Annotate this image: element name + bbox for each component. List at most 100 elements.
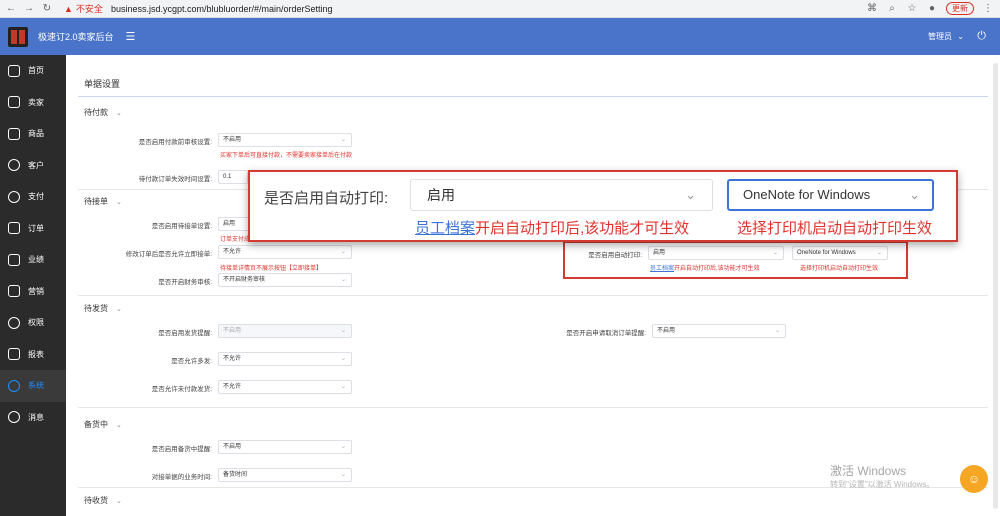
sidebar-item-system[interactable]: 系统 [0,370,66,402]
stock-reminder-label: 是否启用备货中提醒: [151,446,212,453]
chevron-down-icon: ⌄ [774,328,780,334]
bag-icon [8,127,20,140]
highlight-box [563,241,908,279]
forward-icon[interactable]: → [22,2,36,16]
browser-toolbar: ← → ↻ ▲ 不安全 business.jsd.ycgpt.com/blubl… [0,0,1000,18]
hint-text: 开启自动打印后,该功能才可生效 [475,220,690,237]
section-stocking[interactable]: 备货中 ⌄ [84,419,122,430]
section-pending-receive[interactable]: 待收货 ⌄ [84,495,122,506]
update-button[interactable]: 更新 [946,2,974,15]
search-icon[interactable]: ⌕ [886,3,898,15]
ship-reminder-select[interactable]: 不启用 ⌄ [218,324,352,338]
sidebar-item-label: 消息 [28,412,44,422]
chat-icon[interactable]: ☺ [960,465,988,493]
divider [78,96,988,97]
sidebar-item-home[interactable]: 首页 [0,55,66,87]
sidebar-item-performance[interactable]: 业绩 [0,244,66,276]
scrollbar[interactable] [993,63,998,509]
sidebar-item-marketing[interactable]: 营销 [0,276,66,308]
url-text[interactable]: business.jsd.ycgpt.com/blubluorder/#/mai… [111,4,333,14]
chevron-down-icon: ⌄ [340,444,346,450]
finance-review-select[interactable]: 不开启财务审核 ⌄ [218,273,352,287]
windows-watermark: 激活 Windows [830,464,907,478]
section-pending-ship[interactable]: 待发货 ⌄ [84,303,122,314]
payment-review-select[interactable]: 不启用 ⌄ [218,133,352,147]
select-value: 不允许 [223,356,242,362]
printer-select[interactable]: OneNote for Windows ⌄ [727,179,934,211]
power-icon[interactable]: ⏻ [977,30,986,43]
unpaid-expiry-input[interactable]: 0.1 [218,170,248,184]
translate-icon[interactable]: ⌘ [866,3,878,15]
profile-icon[interactable]: ● [926,3,938,15]
sidebar-item-seller[interactable]: 卖家 [0,87,66,119]
chevron-down-icon: ⌄ [685,187,696,202]
stock-reminder-select[interactable]: 不启用 ⌄ [218,440,352,454]
business-time-label: 对接单据的业务时间: [151,474,212,481]
select-value: 启用 [427,187,455,203]
chevron-down-icon: ⌄ [116,199,122,206]
chevron-down-icon: ⌄ [116,498,122,505]
section-title: 备货中 [84,420,108,429]
employee-file-link[interactable]: 员工档案 [415,220,475,237]
back-icon[interactable]: ← [4,2,18,16]
printer-hint: 选择打印机启动自动打印生效 [737,220,933,237]
key-icon [8,316,20,329]
report-icon [8,348,20,361]
unpaid-ship-label: 是否允许未付款发货: [151,386,212,393]
multi-ship-select[interactable]: 不允许 ⌄ [218,352,352,366]
chevron-down-icon: ⌄ [116,110,122,117]
section-pending-payment[interactable]: 待付款 ⌄ [84,107,122,118]
sidebar-item-label: 权限 [28,318,44,328]
more-icon[interactable]: ⋮ [982,3,994,15]
finance-review-label: 是否开启财务审核: [158,279,212,286]
chevron-down-icon: ⌄ [116,306,122,313]
sidebar-item-label: 首页 [28,66,44,76]
cancel-reminder-select[interactable]: 不启用 ⌄ [652,324,786,338]
main-content: 单据设置 待付款 ⌄ 是否启用付款前审核设置: 不启用 ⌄ 买家下单后可直接付款，不… [66,55,1000,516]
sidebar-item-report[interactable]: 报表 [0,339,66,371]
select-value: OneNote for Windows [743,187,871,202]
select-value: 不开启财务审核 [223,277,266,283]
modify-order-select[interactable]: 不允许 ⌄ [218,245,352,259]
select-value: 备货时间 [223,472,248,478]
app-header: 极速订2.0卖家后台 ☰ 管理员 ⌄ ⏻ [0,18,1000,55]
bell-icon [8,411,20,424]
chevron-down-icon: ⌄ [340,472,346,478]
app-logo [8,26,28,47]
chevron-down-icon: ⌄ [116,422,122,429]
user-menu[interactable]: 管理员 [928,31,952,42]
business-time-select[interactable]: 备货时间 ⌄ [218,468,352,482]
sidebar-item-label: 系统 [28,381,44,391]
auto-print-select[interactable]: 启用 ⌄ [410,179,713,211]
sidebar-item-payment[interactable]: 支付 [0,181,66,213]
address-bar[interactable]: ▲ 不安全 business.jsd.ycgpt.com/blubluorder… [64,2,333,16]
sidebar-item-message[interactable]: 消息 [0,402,66,434]
payment-review-hint: 买家下单后可直接付款，不需要卖家接单后在付款 [220,153,353,159]
section-title: 待付款 [84,108,108,117]
sidebar-item-label: 卖家 [28,97,44,107]
auto-print-label: 是否启用自动打印: [264,190,389,207]
section-pending-accept[interactable]: 待接单 ⌄ [84,196,122,207]
sidebar-item-goods[interactable]: 商品 [0,118,66,150]
chevron-down-icon: ⌄ [340,249,346,255]
pay-icon [8,190,20,203]
sidebar: 首页 卖家 商品 客户 支付 订单 业绩 营销 权限 报表 系统 消息 [0,55,66,516]
chevron-down-icon[interactable]: ⌄ [957,32,964,41]
select-value: 不启用 [657,328,676,334]
menu-toggle-icon[interactable]: ☰ [126,30,136,43]
store-icon [8,96,20,109]
section-title: 待收货 [84,496,108,505]
star-icon[interactable]: ☆ [906,3,918,15]
ship-reminder-label: 是否启用发货提醒: [158,330,212,337]
sidebar-item-label: 支付 [28,192,44,202]
chevron-down-icon: ⌄ [340,328,346,334]
unpaid-ship-select[interactable]: 不允许 ⌄ [218,380,352,394]
reload-icon[interactable]: ↻ [40,2,54,16]
cancel-reminder-label: 是否开启申请取消订单提醒: [566,330,646,337]
select-value: 不启用 [223,328,242,334]
sidebar-item-customer[interactable]: 客户 [0,150,66,182]
sidebar-item-order[interactable]: 订单 [0,213,66,245]
modify-order-hint: 待接单详情页不展示按钮【立即接单】 [220,266,323,272]
sidebar-item-label: 业绩 [28,255,44,265]
sidebar-item-permission[interactable]: 权限 [0,307,66,339]
